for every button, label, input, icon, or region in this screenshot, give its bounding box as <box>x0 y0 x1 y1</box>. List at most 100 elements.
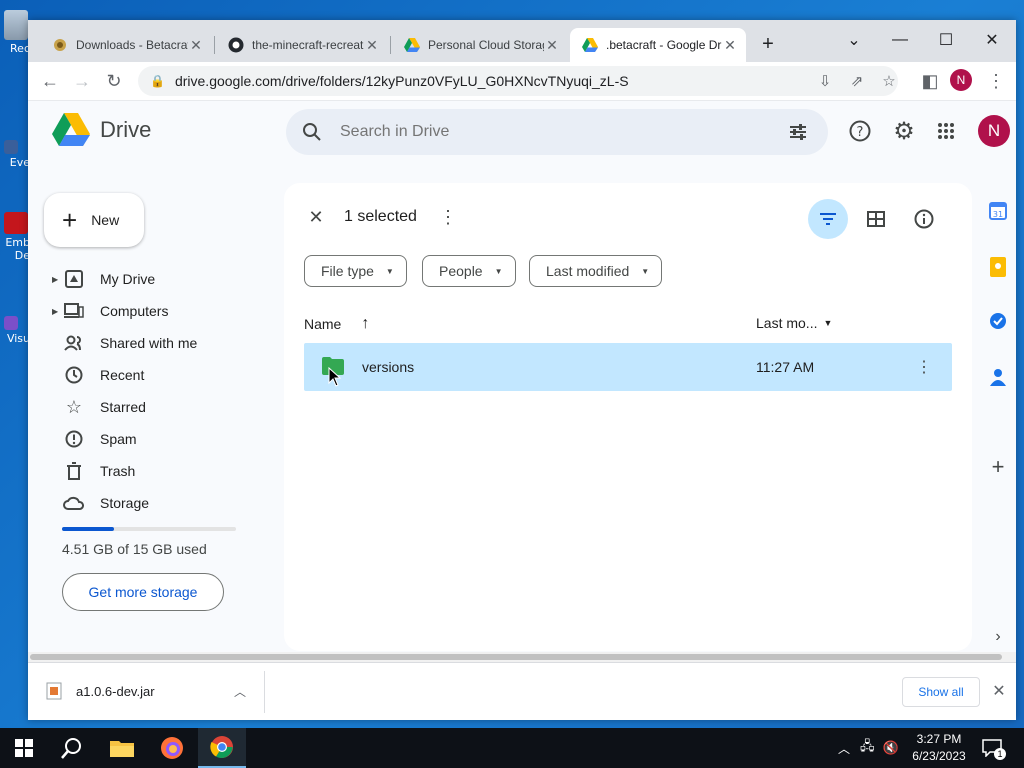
more-actions-icon[interactable]: ⋮ <box>439 207 457 228</box>
close-download-bar-icon[interactable]: ✕ <box>988 679 1010 703</box>
minimize-button[interactable]: — <box>880 26 920 54</box>
search-input[interactable] <box>338 122 742 142</box>
clear-selection-icon[interactable]: ✕ <box>304 205 328 229</box>
plus-icon: + <box>62 204 78 235</box>
add-app-icon[interactable]: + <box>988 454 1008 479</box>
settings-gear-icon[interactable]: ⚙ <box>890 117 918 145</box>
nav-item-computers[interactable]: ▶ Computers <box>48 295 278 327</box>
desktop-icon-eve[interactable]: Eve <box>0 140 30 169</box>
desktop-icon-visual-studio[interactable]: Visu <box>0 316 30 345</box>
chrome-menu-button[interactable]: ⋮ <box>982 67 1010 95</box>
side-panel-button[interactable]: ◧ <box>916 67 944 95</box>
taskbar-clock[interactable]: 3:27 PM 6/23/2023 <box>904 731 974 765</box>
maximize-button[interactable]: ☐ <box>926 26 966 54</box>
nav-item-starred[interactable]: ☆ Starred <box>48 391 278 423</box>
horizontal-scrollbar[interactable] <box>28 652 1016 662</box>
tab-search-button[interactable]: ⌄ <box>834 26 874 54</box>
install-icon[interactable]: ⇩ <box>816 72 834 90</box>
google-drive-icon <box>404 37 420 53</box>
share-icon[interactable]: ⇗ <box>848 72 866 90</box>
tab-betacraft-downloads[interactable]: Downloads - Betacraft ✕ <box>40 28 212 62</box>
close-tab-icon[interactable]: ✕ <box>188 37 204 54</box>
help-icon[interactable]: ? <box>846 117 874 145</box>
nav-item-trash[interactable]: Trash <box>48 455 278 487</box>
desktop-icon-embarcadero[interactable]: Emb De <box>0 212 30 262</box>
notification-count-badge: 1 <box>994 748 1006 760</box>
file-row-selected[interactable]: versions 11:27 AM ⋮ <box>304 343 952 391</box>
nav-item-my-drive[interactable]: ▶ My Drive <box>48 263 278 295</box>
new-tab-button[interactable]: + <box>756 32 780 56</box>
column-label: Last mo... <box>756 315 818 331</box>
filter-chip-people[interactable]: People ▼ <box>422 255 516 287</box>
search-icon <box>61 738 81 759</box>
close-tab-icon[interactable]: ✕ <box>364 37 380 54</box>
filter-chip-last-modified[interactable]: Last modified ▼ <box>529 255 663 287</box>
volume-muted-icon[interactable]: 🔇 <box>883 740 899 756</box>
chevron-down-icon: ⌄ <box>847 32 861 49</box>
column-header-name[interactable]: Name ↑ <box>304 315 369 333</box>
tab-github[interactable]: the-minecraft-recreation ✕ <box>216 28 388 62</box>
contacts-icon[interactable] <box>988 367 1008 387</box>
search-taskbar-button[interactable] <box>48 728 96 768</box>
address-bar[interactable]: 🔒 drive.google.com/drive/folders/12kyPun… <box>138 66 898 96</box>
file-explorer-icon <box>110 741 134 757</box>
nav-item-label: Storage <box>100 495 150 511</box>
nav-item-spam[interactable]: Spam <box>48 423 278 455</box>
tab-betacraft-drive-active[interactable]: .betacraft - Google Drive ✕ <box>570 28 746 62</box>
sort-ascending-arrow-icon[interactable]: ↑ <box>361 315 369 333</box>
network-icon[interactable]: 🖧 <box>860 737 875 759</box>
reload-button[interactable]: ↻ <box>100 67 128 95</box>
dropdown-arrow-icon: ▼ <box>385 266 394 276</box>
chevron-up-icon[interactable]: ︿ <box>838 740 850 757</box>
file-name: versions <box>362 359 415 375</box>
scrollbar-thumb[interactable] <box>30 654 1002 660</box>
url-text: drive.google.com/drive/folders/12kyPunz0… <box>174 73 629 89</box>
keep-icon[interactable] <box>988 257 1008 277</box>
nav-item-storage[interactable]: Storage <box>48 487 278 519</box>
tab-personal-cloud-storage[interactable]: Personal Cloud Storage ✕ <box>392 28 568 62</box>
apps-grid-icon[interactable] <box>932 117 960 145</box>
calendar-icon[interactable]: 31 <box>988 201 1008 221</box>
file-explorer-taskbar-button[interactable] <box>98 728 146 768</box>
account-avatar[interactable]: N <box>978 115 1010 147</box>
filter-chip-file-type[interactable]: File type ▼ <box>304 255 407 287</box>
clock-date: 6/23/2023 <box>912 749 966 763</box>
show-all-downloads-button[interactable]: Show all <box>902 677 980 707</box>
grid-icon <box>867 211 885 227</box>
back-button[interactable]: ← <box>36 67 64 95</box>
details-info-button[interactable] <box>904 199 944 239</box>
notification-center-button[interactable]: 1 <box>980 736 1006 760</box>
desktop-icon-recycle-bin[interactable]: Rec <box>0 10 30 55</box>
close-tab-icon[interactable]: ✕ <box>544 37 560 54</box>
close-tab-icon[interactable]: ✕ <box>722 37 738 54</box>
nav-item-shared-with-me[interactable]: Shared with me <box>48 327 278 359</box>
start-button[interactable] <box>0 728 48 768</box>
chevron-up-icon[interactable]: ︿ <box>234 683 246 700</box>
drive-search-bar[interactable] <box>286 109 828 155</box>
forward-button[interactable]: → <box>68 67 96 95</box>
firefox-taskbar-button[interactable] <box>148 728 196 768</box>
close-window-button[interactable]: ✕ <box>972 26 1012 54</box>
column-header-last-modified[interactable]: Last mo... ▼ <box>756 315 832 331</box>
search-icon[interactable] <box>302 122 322 142</box>
nav-item-label: Recent <box>100 367 145 383</box>
search-options-icon[interactable] <box>788 122 808 142</box>
tasks-icon[interactable] <box>988 311 1008 331</box>
drive-logo[interactable]: Drive <box>52 113 151 147</box>
windows-logo-icon <box>15 739 33 757</box>
caret-right-icon[interactable]: ▶ <box>52 307 58 316</box>
nav-item-recent[interactable]: Recent <box>48 359 278 391</box>
bookmark-star-icon[interactable]: ☆ <box>880 72 898 90</box>
filter-toggle-button[interactable] <box>808 199 848 239</box>
new-button[interactable]: + New <box>44 193 144 247</box>
file-more-actions-icon[interactable]: ⋮ <box>916 357 932 377</box>
chevron-right-icon[interactable]: › <box>988 627 1008 647</box>
chrome-taskbar-button[interactable] <box>198 728 246 768</box>
side-apps-panel: 31 + › <box>980 173 1016 653</box>
embarcadero-icon <box>4 212 28 234</box>
get-more-storage-button[interactable]: Get more storage <box>62 573 224 611</box>
download-item[interactable]: a1.0.6-dev.jar ︿ <box>46 677 246 705</box>
grid-view-button[interactable] <box>856 199 896 239</box>
caret-right-icon[interactable]: ▶ <box>52 275 58 284</box>
chrome-profile-avatar[interactable]: N <box>950 69 972 91</box>
